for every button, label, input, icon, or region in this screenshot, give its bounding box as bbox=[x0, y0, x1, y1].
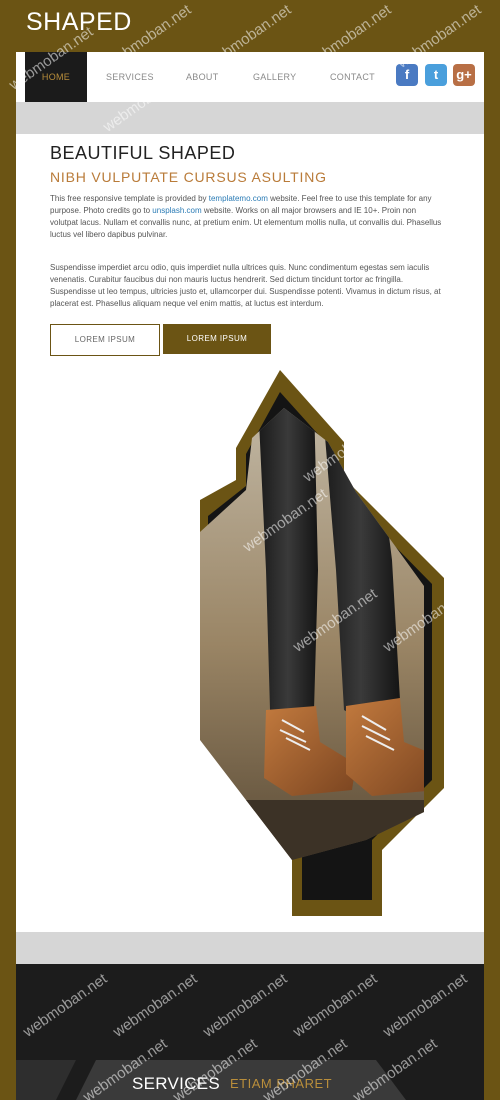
lorem-ipsum-filled-button[interactable]: LOREM IPSUM bbox=[163, 324, 271, 354]
divider-band-bottom bbox=[16, 932, 484, 964]
facebook-icon[interactable]: f bbox=[396, 64, 418, 86]
divider-band-top bbox=[16, 102, 484, 134]
nav-item-about[interactable]: ABOUT bbox=[186, 52, 219, 102]
services-subtitle: ETIAM PHARET bbox=[230, 1076, 333, 1091]
services-title: SERVICES bbox=[132, 1074, 221, 1093]
page-frame: HOME SERVICES ABOUT GALLERY CONTACT f t … bbox=[16, 52, 484, 1100]
main-nav: HOME SERVICES ABOUT GALLERY CONTACT f t … bbox=[16, 52, 484, 102]
unsplash-link[interactable]: unsplash.com bbox=[152, 206, 201, 215]
hero-shaped-image bbox=[200, 370, 444, 916]
intro-paragraph-1: This free responsive template is provide… bbox=[50, 193, 446, 241]
page-title: BEAUTIFUL SHAPED bbox=[50, 143, 236, 163]
site-logo[interactable]: SHAPED bbox=[26, 8, 132, 37]
twitter-icon[interactable]: t bbox=[425, 64, 447, 86]
templatemo-link[interactable]: templatemo.com bbox=[209, 194, 268, 203]
lorem-ipsum-outline-button[interactable]: LOREM IPSUM bbox=[50, 324, 160, 356]
googleplus-icon[interactable]: g+ bbox=[453, 64, 475, 86]
hero-photo bbox=[200, 408, 424, 860]
page-subtitle: NIBH VULPUTATE CURSUS ASULTING bbox=[50, 169, 327, 185]
nav-item-home[interactable]: HOME bbox=[25, 52, 87, 102]
nav-item-contact[interactable]: CONTACT bbox=[330, 52, 375, 102]
intro-paragraph-2: Suspendisse imperdiet arcu odio, quis im… bbox=[50, 263, 441, 308]
intro-text-a: This free responsive template is provide… bbox=[50, 194, 209, 203]
nav-item-gallery[interactable]: GALLERY bbox=[253, 52, 296, 102]
nav-item-services[interactable]: SERVICES bbox=[106, 52, 154, 102]
